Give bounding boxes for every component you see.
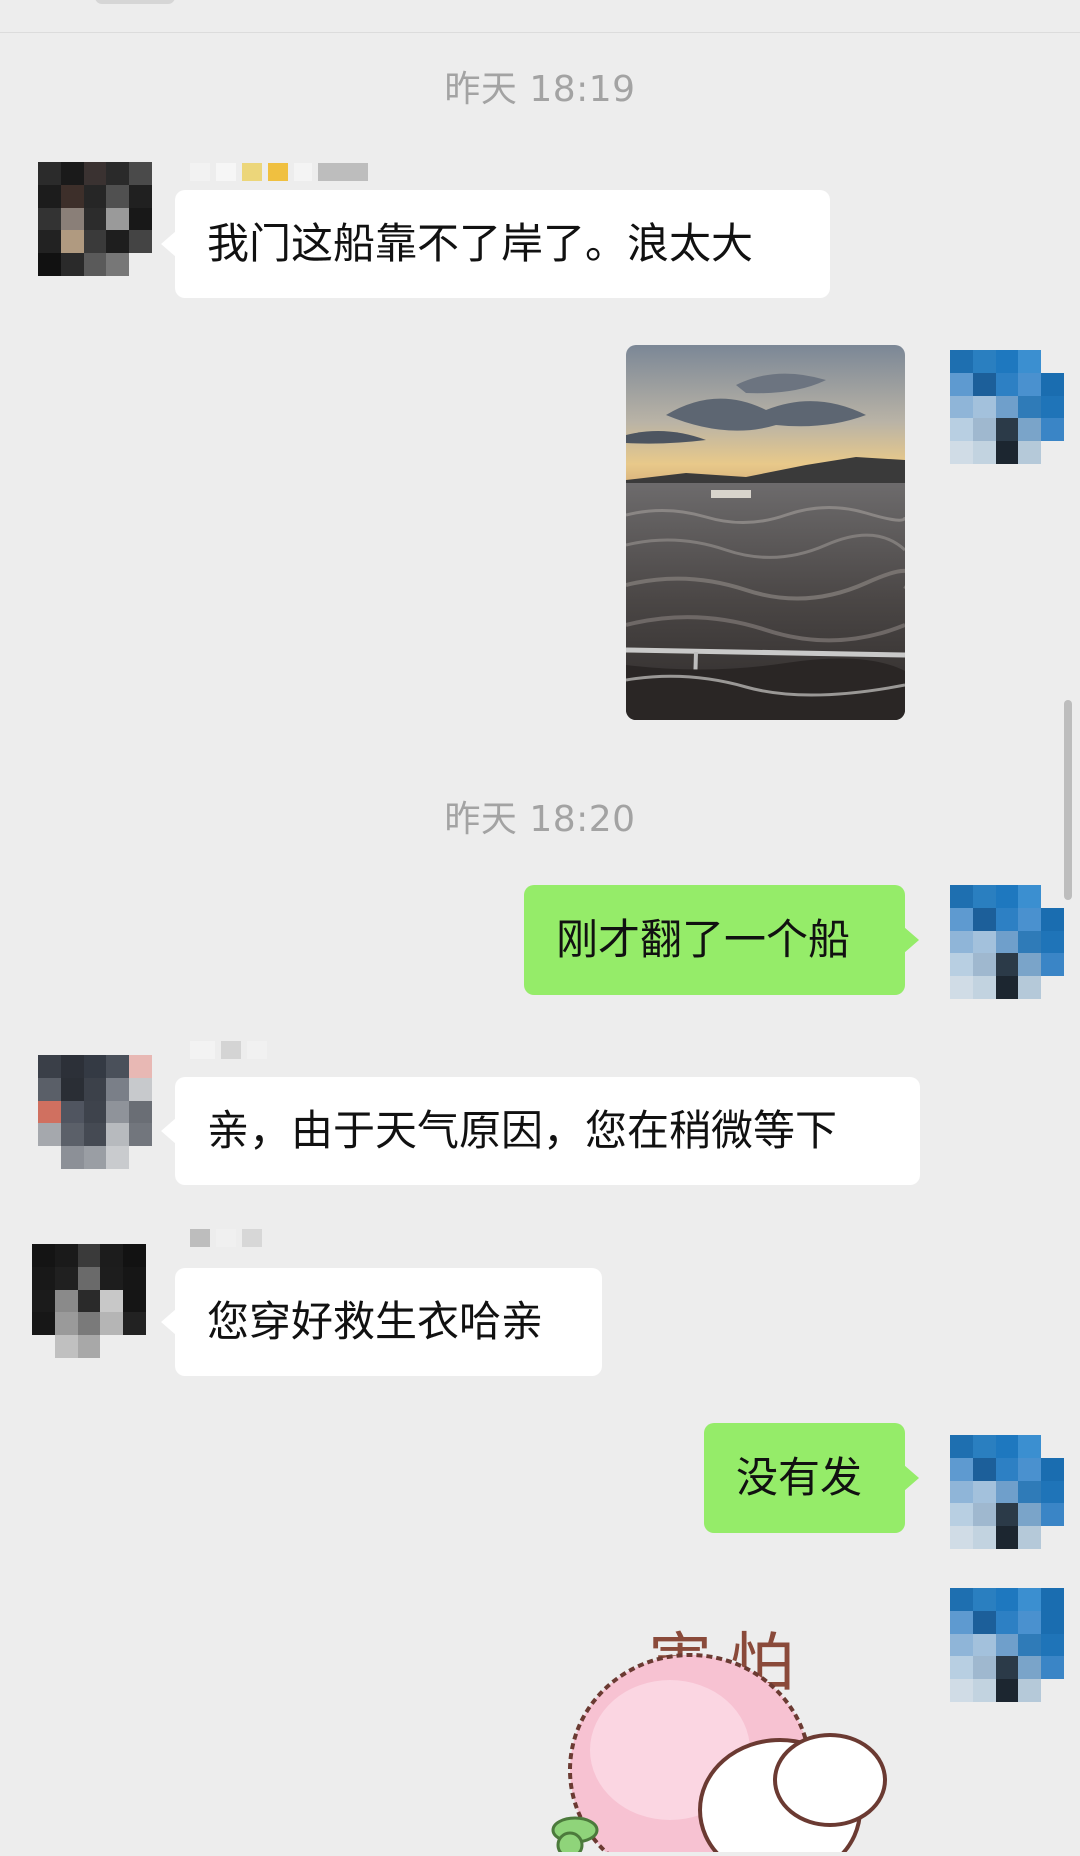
message-text: 没有发 <box>736 1453 863 1502</box>
timestamp: 昨天 18:19 <box>444 69 636 110</box>
sender-name-blurred <box>190 1228 262 1248</box>
top-bar-handle <box>95 0 175 4</box>
my-avatar[interactable] <box>950 885 1064 999</box>
sticker[interactable] <box>540 1580 940 1856</box>
scrollbar[interactable] <box>1064 700 1072 900</box>
message-bubble[interactable]: 您穿好救生衣哈亲 <box>161 1268 602 1376</box>
sea-photo[interactable] <box>626 345 905 720</box>
message-bubble[interactable]: 我门这船靠不了岸了。浪太大 <box>161 190 830 298</box>
avatar[interactable] <box>32 1244 146 1358</box>
sender-name-blurred <box>190 1040 267 1060</box>
timestamp: 昨天 18:20 <box>444 799 636 840</box>
message-bubble[interactable]: 刚才翻了一个船 <box>524 885 919 995</box>
top-bar <box>0 0 1080 33</box>
sticker-image <box>551 1653 887 1856</box>
message-bubble[interactable]: 亲，由于天气原因，您在稍微等下 <box>161 1077 920 1185</box>
message-text: 刚才翻了一个船 <box>556 915 851 964</box>
avatar[interactable] <box>38 1055 152 1169</box>
my-avatar[interactable] <box>950 1588 1064 1702</box>
message-text: 我门这船靠不了岸了。浪太大 <box>207 219 754 268</box>
sea-photo-image <box>626 345 905 720</box>
sender-name-blurred <box>190 162 368 182</box>
my-avatar[interactable] <box>950 1435 1064 1549</box>
message-bubble[interactable]: 没有发 <box>704 1423 919 1533</box>
message-text: 您穿好救生衣哈亲 <box>207 1297 544 1346</box>
my-avatar[interactable] <box>950 350 1064 464</box>
message-text: 亲，由于天气原因，您在稍微等下 <box>207 1106 838 1155</box>
avatar[interactable] <box>38 162 152 276</box>
